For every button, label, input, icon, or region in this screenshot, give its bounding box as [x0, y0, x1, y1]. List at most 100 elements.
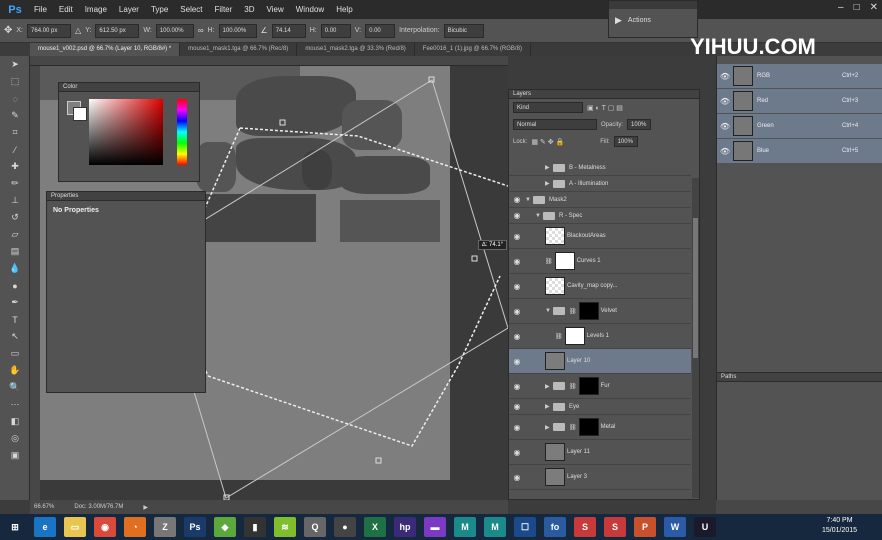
chain-link-icon[interactable]: ⛓ [569, 424, 577, 431]
eye-icon[interactable]: 👁 [717, 72, 733, 81]
menu-image[interactable]: Image [79, 5, 113, 14]
status-arrow-icon[interactable]: ▶ [143, 504, 148, 511]
opacity-field[interactable]: 100% [627, 119, 652, 130]
channel-green[interactable]: 👁 Green Ctrl+4 [717, 114, 882, 139]
taskbar-photoshop-icon[interactable]: Ps [184, 517, 206, 537]
width-field[interactable]: 100.00% [155, 23, 194, 38]
gradient-tool-icon[interactable]: ▤ [0, 243, 30, 260]
transform-move-icon[interactable]: ✥ [4, 25, 12, 36]
layer-row[interactable]: ◉ ▶ Eye [509, 399, 691, 415]
maximize-icon[interactable]: □ [854, 2, 860, 13]
link-icon[interactable]: ∞ [198, 26, 204, 35]
actions-label[interactable]: Actions [628, 17, 651, 24]
menu-select[interactable]: Select [174, 5, 208, 14]
hskew-field[interactable]: 0.00 [320, 23, 351, 38]
chain-link-icon[interactable]: ⛓ [569, 308, 577, 315]
eraser-tool-icon[interactable]: ▱ [0, 226, 30, 243]
eye-icon[interactable]: ◉ [509, 382, 525, 391]
layer-row[interactable]: ◉ ▼ R - Spec [509, 208, 691, 224]
layer-row[interactable]: ◉ ⛓ Curves 1 [509, 249, 691, 274]
layer-row[interactable]: ◉ Cavity_map copy... [509, 274, 691, 299]
taskbar-quicktime-icon[interactable]: Q [304, 517, 326, 537]
taskbar-sub2-icon[interactable]: S [604, 517, 626, 537]
quick-mask-icon[interactable]: ◎ [0, 430, 30, 447]
eye-icon[interactable]: ◉ [509, 307, 525, 316]
taskbar-app-purple-icon[interactable]: ▬ [424, 517, 446, 537]
eye-icon[interactable]: ◉ [509, 211, 525, 220]
taskbar-maya2-icon[interactable]: M [484, 517, 506, 537]
zoom-tool-icon[interactable]: 🔍 [0, 379, 30, 396]
taskbar-hp-icon[interactable]: hp [394, 517, 416, 537]
taskbar-ie-icon[interactable]: e [34, 517, 56, 537]
menu-view[interactable]: View [261, 5, 290, 14]
brush-tool-icon[interactable]: ✏ [0, 175, 30, 192]
paths-panel-header[interactable]: Paths [717, 373, 882, 382]
eye-icon[interactable]: 👁 [717, 147, 733, 156]
layer-row[interactable]: ◉ Layer 10 [509, 349, 691, 374]
taskbar-firefox-icon[interactable]: ◔ [124, 517, 146, 537]
taskbar-excel-icon[interactable]: X [364, 517, 386, 537]
pen-tool-icon[interactable]: ✒ [0, 294, 30, 311]
screen-mode-icon[interactable]: ▣ [0, 447, 30, 464]
close-icon[interactable]: ✕ [870, 2, 878, 13]
taskbar-spotify-icon[interactable]: ≋ [274, 517, 296, 537]
kind-filter-select[interactable]: Kind [513, 102, 583, 113]
path-select-tool-icon[interactable]: ↖ [0, 328, 30, 345]
chain-link-icon[interactable]: ⛓ [569, 383, 577, 390]
taskbar-app-blue2-icon[interactable]: fo [544, 517, 566, 537]
chevron-down-icon[interactable]: ▼ [535, 213, 543, 219]
eye-icon[interactable]: 👁 [717, 97, 733, 106]
play-icon[interactable]: ▶ [615, 15, 622, 26]
hand-tool-icon[interactable]: ✋ [0, 362, 30, 379]
eyedropper-tool-icon[interactable]: ⁄ [0, 141, 30, 158]
lock-icons[interactable]: ▦ ✎ ✥ 🔒 [531, 138, 564, 146]
eye-icon[interactable]: ◉ [509, 473, 525, 482]
chevron-right-icon[interactable]: ▶ [545, 403, 553, 410]
menu-window[interactable]: Window [290, 5, 330, 14]
menu-edit[interactable]: Edit [53, 5, 79, 14]
layer-row[interactable]: ◉ ▶ ⛓ Fur [509, 374, 691, 399]
taskbar-app-green-icon[interactable]: ◆ [214, 517, 236, 537]
menu-layer[interactable]: Layer [113, 5, 145, 14]
menu-filter[interactable]: Filter [209, 5, 239, 14]
chain-link-icon[interactable]: ⛓ [545, 258, 553, 265]
chevron-right-icon[interactable]: ▶ [545, 164, 553, 171]
color-panel-header[interactable]: Color [59, 83, 199, 92]
layer-row[interactable]: ◉ BlackoutAreas [509, 224, 691, 249]
chevron-down-icon[interactable]: ▼ [525, 197, 533, 203]
layer-row[interactable]: ▶ A - Illumination [509, 176, 691, 192]
chevron-right-icon[interactable]: ▶ [545, 424, 553, 431]
chain-link-icon[interactable]: ⛓ [555, 333, 563, 340]
healing-tool-icon[interactable]: ✚ [0, 158, 30, 175]
height-field[interactable]: 100.00% [218, 23, 257, 38]
eye-icon[interactable]: ◉ [509, 257, 525, 266]
lasso-tool-icon[interactable]: ◌ [0, 90, 30, 107]
eye-icon[interactable]: ◉ [509, 402, 525, 411]
channel-red[interactable]: 👁 Red Ctrl+3 [717, 89, 882, 114]
delta-icon[interactable]: △ [75, 26, 81, 35]
color-picker-field[interactable] [89, 99, 163, 165]
taskbar-app-round-icon[interactable]: ● [334, 517, 356, 537]
y-field[interactable]: 612.50 px [95, 23, 140, 38]
layer-row[interactable]: ◉ ▼ ⛓ Velvet [509, 299, 691, 324]
filter-icons[interactable]: ▣ ◐ T ▢ ▤ [587, 104, 623, 112]
x-field[interactable]: 764.00 px [27, 23, 72, 38]
chevron-down-icon[interactable]: ▼ [545, 308, 553, 314]
chevron-right-icon[interactable]: ▶ [545, 180, 553, 187]
vskew-field[interactable]: 0.00 [365, 23, 396, 38]
eye-icon[interactable]: ◉ [509, 282, 525, 291]
taskbar-explorer-icon[interactable]: ▭ [64, 517, 86, 537]
color-swatches-icon[interactable]: ◧ [0, 413, 30, 430]
eye-icon[interactable]: ◉ [509, 232, 525, 241]
eye-icon[interactable]: ◉ [509, 332, 525, 341]
chevron-right-icon[interactable]: ▶ [545, 383, 553, 390]
channel-blue[interactable]: 👁 Blue Ctrl+5 [717, 139, 882, 164]
dodge-tool-icon[interactable]: ● [0, 277, 30, 294]
shape-tool-icon[interactable]: ▭ [0, 345, 30, 362]
taskbar-clock[interactable]: 7:40 PM 15/01/2015 [822, 516, 857, 536]
layer-row[interactable]: ▶ B - Metalness [509, 160, 691, 176]
doc-tab-3[interactable]: mouse1_mask2.tga @ 33.3% (Red/8) [297, 43, 415, 56]
taskbar-app-blue-icon[interactable]: ☐ [514, 517, 536, 537]
angle-field[interactable]: 74.14 [271, 23, 306, 38]
stamp-tool-icon[interactable]: ⊥ [0, 192, 30, 209]
